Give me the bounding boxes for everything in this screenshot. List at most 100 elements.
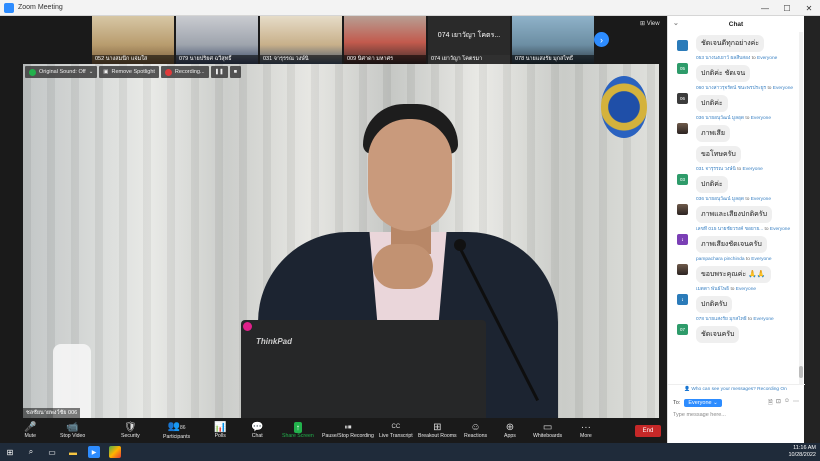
sender-name: 053 นางนงเยาว์ ผลสืบสอง bbox=[696, 56, 751, 61]
message-text: ขอโทษครับ bbox=[696, 146, 741, 163]
message-meta: 053 นางนงเยาว์ ผลสืบสอง to Everyone bbox=[696, 55, 799, 62]
emoji-icon[interactable]: ☺ bbox=[784, 398, 790, 408]
message-meta: 036 นายอนุวัฒน์ มูลอุด to Everyone bbox=[696, 196, 799, 203]
meeting-controls: 🎤 Mute 📹 Stop Video 🛡 Security 👥86 Parti… bbox=[0, 418, 667, 443]
to-label: to bbox=[730, 287, 735, 292]
share-screen-button[interactable]: ↑ Share Screen bbox=[282, 418, 314, 443]
recipient-name: Everyone bbox=[757, 56, 778, 61]
view-button[interactable]: ⊞ View bbox=[640, 20, 660, 27]
more-button[interactable]: ··· More bbox=[580, 418, 592, 443]
microphone-icon bbox=[454, 239, 466, 251]
task-view-icon[interactable]: ▭ bbox=[46, 446, 58, 458]
remove-spotlight-button[interactable]: ▣ Remove Spotlight bbox=[99, 66, 159, 78]
security-button[interactable]: 🛡 Security bbox=[121, 418, 140, 443]
who-can-see-text: Who can see your messages? Recording On bbox=[691, 387, 787, 392]
main-speaker-video[interactable]: ThinkPad ชลชัยนายพงว์ชัย 006 bbox=[23, 64, 659, 418]
original-sound-toggle[interactable]: Original Sound: Off ⌄ bbox=[25, 66, 98, 78]
recipient-name: Everyone bbox=[753, 317, 774, 322]
participant-count: 86 bbox=[180, 424, 186, 431]
pause-stop-recording-button[interactable]: ⏸⏹ Pause/Stop Recording bbox=[322, 418, 374, 443]
recipient-name: Everyone bbox=[735, 287, 757, 292]
mute-button[interactable]: 🎤 Mute bbox=[24, 418, 36, 443]
reactions-button[interactable]: ☺ Reactions bbox=[464, 418, 487, 443]
to-label: to bbox=[748, 317, 753, 322]
participant-name: 009 นิศาดา มหาศร bbox=[344, 55, 426, 64]
apps-button[interactable]: ⊕ Apps bbox=[504, 418, 516, 443]
avatar bbox=[677, 204, 688, 215]
file-icon[interactable]: 🗎 bbox=[768, 398, 773, 408]
window-controls: — ☐ ✕ bbox=[754, 0, 820, 16]
pause-recording-button[interactable]: ❚❚ bbox=[210, 66, 228, 78]
breakout-rooms-button[interactable]: ⊞ Breakout Rooms bbox=[418, 418, 457, 443]
who-can-see-link[interactable]: 👤 Who can see your messages? Recording O… bbox=[668, 385, 805, 394]
whiteboards-button[interactable]: ▭ Whiteboards bbox=[533, 418, 562, 443]
message-text: ชัดเจนครับ bbox=[696, 326, 740, 343]
screenshot-icon[interactable]: ⊡ bbox=[776, 398, 781, 408]
avatar: เ bbox=[677, 234, 688, 245]
chat-message-input[interactable]: Type message here... bbox=[668, 408, 805, 418]
chevron-right-icon: › bbox=[600, 34, 603, 45]
message-meta: 036 นายอนุวัฒน์ มูลอุด to Everyone bbox=[696, 115, 799, 122]
message-text: ภาพและเสียงปกติครับ bbox=[696, 206, 773, 223]
zoom-taskbar-icon[interactable]: ▶ bbox=[88, 446, 100, 458]
to-label: To: bbox=[673, 400, 681, 406]
sender-name: 036 นายอนุวัฒน์ มูลอุด bbox=[696, 197, 745, 202]
chat-button[interactable]: 💬 Chat bbox=[251, 418, 263, 443]
participant-thumbnail[interactable]: 078 นายแสงรัย มุกสไทธิ์ bbox=[512, 16, 594, 64]
whiteboard-icon: ▭ bbox=[542, 421, 553, 433]
participants-button[interactable]: 👥86 Participants bbox=[163, 418, 190, 443]
message-text: ปกติครับ bbox=[696, 296, 733, 313]
sender-name: 078 นายแสงรัย มุกสไทธิ์ bbox=[696, 317, 747, 322]
title-bar: Zoom Meeting — ☐ ✕ bbox=[0, 0, 820, 16]
recipient-name: Everyone bbox=[769, 227, 791, 232]
scrollbar-thumb[interactable] bbox=[799, 366, 803, 378]
recording-controls-icon: ⏸⏹ bbox=[344, 423, 352, 431]
chat-message: 060 นางสาวรุจรัตน์ ชนะพรประยูร to Everyo… bbox=[668, 85, 799, 113]
close-button[interactable]: ✕ bbox=[798, 0, 820, 16]
polls-button[interactable]: 📊 Polls bbox=[214, 418, 226, 443]
chat-message-list[interactable]: ชัดเจนดีทุกอย่างค่ะ 053 นางนงเยาว์ ผลสืบ… bbox=[668, 32, 799, 384]
app-taskbar-icon[interactable] bbox=[109, 446, 121, 458]
spotlight-icon: ▣ bbox=[103, 69, 109, 75]
recipient-name: Everyone bbox=[751, 257, 772, 262]
participant-thumbnail[interactable]: 052 นางสมนึก แจ่มใส bbox=[92, 16, 174, 64]
more-label: More bbox=[580, 432, 592, 439]
participant-thumbnail[interactable]: 074 เยาวัญา โคตร... 074 เยาวัญา โคตรมา bbox=[428, 16, 510, 64]
system-clock[interactable]: 11:16 AM 10/28/2022 bbox=[788, 445, 816, 459]
record-icon bbox=[164, 68, 172, 76]
clock-date: 10/28/2022 bbox=[788, 452, 816, 458]
to-label: to bbox=[745, 197, 750, 202]
stop-icon: ■ bbox=[233, 69, 238, 75]
participant-name: 079 นายปริยศ ฉวีสุทธิ์ bbox=[176, 55, 258, 64]
chat-message: ชัดเจนดีทุกอย่างค่ะ bbox=[668, 32, 799, 53]
laptop-sticker bbox=[243, 322, 252, 331]
maximize-button[interactable]: ☐ bbox=[776, 0, 798, 16]
clock-time: 11:16 AM bbox=[793, 445, 816, 451]
next-page-button[interactable]: › bbox=[594, 32, 609, 47]
stop-recording-button[interactable]: ■ bbox=[229, 66, 242, 78]
stop-video-button[interactable]: 📹 Stop Video bbox=[60, 418, 85, 443]
participant-thumbnail[interactable]: 031 จารุรรณ วงษ์นิ bbox=[260, 16, 342, 64]
end-meeting-button[interactable]: End bbox=[635, 425, 661, 437]
participant-name: 078 นายแสงรัย มุกสไทธิ์ bbox=[512, 55, 594, 64]
chat-scrollbar[interactable] bbox=[799, 32, 803, 384]
file-explorer-icon[interactable]: ▬ bbox=[67, 446, 79, 458]
recipient-name: Everyone bbox=[750, 197, 771, 202]
participant-thumbnail[interactable]: 079 นายปริยศ ฉวีสุทธิ์ bbox=[176, 16, 258, 64]
search-icon[interactable]: ⌕ bbox=[25, 446, 37, 458]
minimize-button[interactable]: — bbox=[754, 0, 776, 16]
to-label: to bbox=[745, 257, 750, 262]
more-icon[interactable]: ⋯ bbox=[793, 398, 799, 408]
avatar bbox=[677, 40, 688, 51]
chevron-down-icon[interactable]: ⌄ bbox=[673, 19, 679, 27]
message-text: ชัดเจนดีทุกอย่างค่ะ bbox=[696, 35, 765, 52]
windows-start-icon[interactable]: ⊞ bbox=[4, 446, 16, 458]
microphone-icon: 🎤 bbox=[24, 421, 37, 433]
live-transcript-button[interactable]: CC Live Transcript bbox=[379, 418, 413, 443]
message-meta: 031 จารุรรณ วงษ์นิ to Everyone bbox=[696, 166, 799, 173]
message-meta: pampachara pinchinda to Everyone bbox=[696, 256, 799, 263]
participant-thumbnail[interactable]: 009 นิศาดา มหาศร bbox=[344, 16, 426, 64]
recipient-value: Everyone bbox=[688, 400, 712, 406]
recipient-dropdown[interactable]: Everyone ⌄ bbox=[684, 399, 722, 407]
sender-name: 060 นางสาวรุจรัตน์ ชนะพรประยูร bbox=[696, 86, 767, 91]
